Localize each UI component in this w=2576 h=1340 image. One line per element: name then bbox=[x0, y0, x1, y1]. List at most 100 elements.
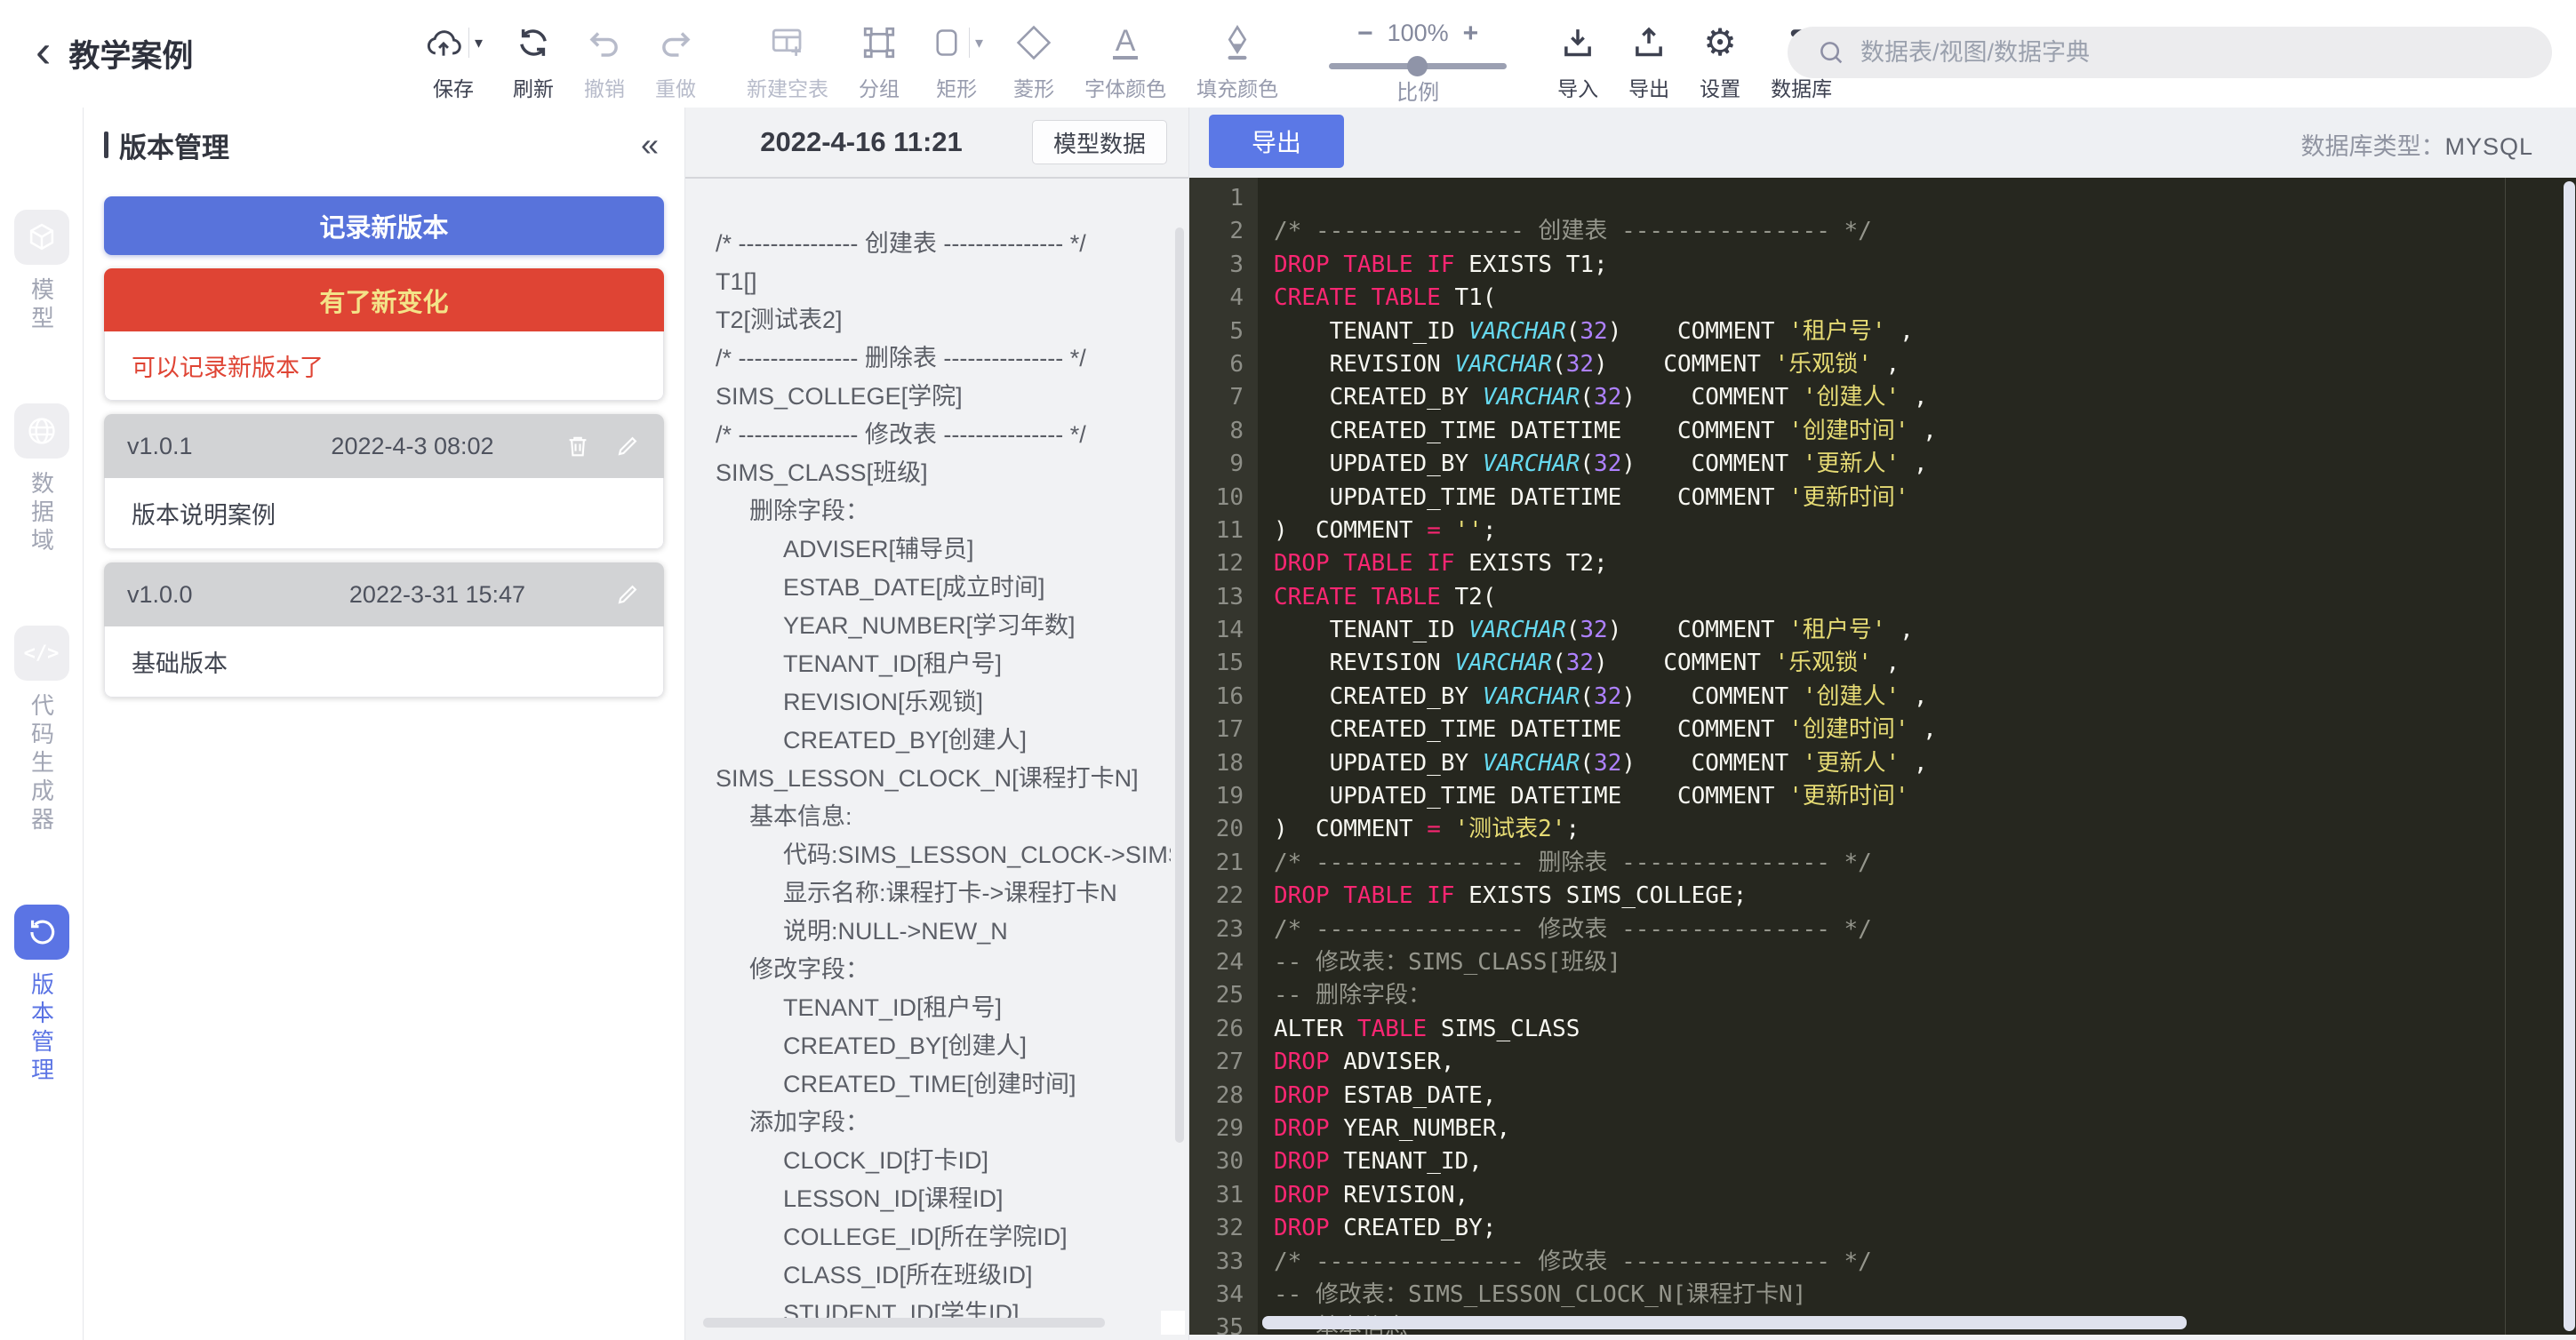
line-number: 31 bbox=[1189, 1179, 1258, 1212]
version-time: 2022-3-31 15:47 bbox=[260, 581, 614, 609]
search-input[interactable] bbox=[1859, 38, 2543, 68]
diff-vertical-scrollbar[interactable] bbox=[1175, 227, 1184, 1143]
refresh-icon bbox=[515, 24, 552, 61]
version-card-header[interactable]: v1.0.1 2022-4-3 08:02 bbox=[104, 414, 664, 478]
diff-line: TENANT_ID[租户号] bbox=[716, 989, 1171, 1027]
line-number: 2 bbox=[1189, 215, 1258, 248]
diff-line: ADVISER[辅导员] bbox=[716, 530, 1171, 569]
rectangle-icon bbox=[930, 24, 964, 61]
import-button[interactable]: 导入 bbox=[1557, 3, 1598, 102]
save-button[interactable]: ▾ 保存 bbox=[424, 3, 483, 102]
nav-rail: 模型 数据域 </> 代码生成器 版本管理 bbox=[0, 108, 84, 1340]
pencil-icon[interactable] bbox=[614, 433, 641, 459]
chevron-down-icon[interactable]: ▾ bbox=[975, 35, 983, 51]
toolbar: ▾ 保存 刷新 撤销 重做 bbox=[409, 3, 1847, 106]
back-chevron-icon[interactable]: ‹ bbox=[36, 28, 51, 75]
fill-color-button[interactable]: 填充颜色 bbox=[1196, 3, 1278, 102]
diff-horizontal-scrollbar[interactable] bbox=[703, 1318, 1105, 1328]
line-number: 11 bbox=[1189, 514, 1258, 547]
version-card-header[interactable]: v1.0.0 2022-3-31 15:47 bbox=[104, 562, 664, 626]
undo-button[interactable]: 撤销 bbox=[584, 3, 625, 102]
version-panel-title: 版本管理 bbox=[104, 125, 229, 165]
line-number: 17 bbox=[1189, 714, 1258, 746]
redo-button[interactable]: 重做 bbox=[655, 3, 696, 102]
code-icon: </> bbox=[14, 626, 69, 681]
zoom-slider-track[interactable] bbox=[1329, 63, 1507, 69]
nav-item-model[interactable]: 模型 bbox=[14, 210, 69, 334]
line-number: 16 bbox=[1189, 681, 1258, 714]
chevron-down-icon[interactable]: ▾ bbox=[475, 35, 483, 51]
version-note: 基础版本 bbox=[104, 626, 664, 698]
diff-line: /* --------------- 创建表 --------------- *… bbox=[716, 225, 1171, 263]
divider bbox=[969, 28, 970, 58]
code-line: REVISION VARCHAR(32) COMMENT '乐观锁' , bbox=[1274, 647, 2564, 680]
line-number: 3 bbox=[1189, 249, 1258, 282]
nav-item-data-domain[interactable]: 数据域 bbox=[14, 403, 69, 556]
save-label: 保存 bbox=[433, 72, 474, 102]
undo-icon bbox=[586, 24, 623, 61]
changes-alert-card: 有了新变化 可以记录新版本了 bbox=[104, 268, 664, 401]
undo-label: 撤销 bbox=[584, 72, 625, 102]
editor-vertical-scrollbar[interactable] bbox=[2564, 181, 2575, 1331]
collapse-panel-icon[interactable]: « bbox=[641, 126, 659, 164]
version-panel: 版本管理 « 记录新版本 有了新变化 可以记录新版本了 v1.0.1 2022-… bbox=[84, 108, 685, 1340]
nav-item-code-generator[interactable]: </> 代码生成器 bbox=[14, 626, 69, 835]
code-line: CREATED_BY VARCHAR(32) COMMENT '创建人' , bbox=[1274, 381, 2564, 414]
code-line: DROP REVISION, bbox=[1274, 1179, 2564, 1212]
diff-line: CREATED_BY[创建人] bbox=[716, 1027, 1171, 1065]
zoom-control: − 100% + 比例 bbox=[1329, 3, 1507, 106]
line-number: 29 bbox=[1189, 1113, 1258, 1145]
sql-code-editor[interactable]: 1234567891011121314151617181920212223242… bbox=[1189, 178, 2576, 1340]
font-color-button[interactable]: A 字体颜色 bbox=[1084, 3, 1166, 102]
divider bbox=[468, 28, 469, 58]
diff-line: SIMS_LESSON_CLOCK_N[课程打卡N] bbox=[716, 760, 1171, 798]
redo-label: 重做 bbox=[655, 72, 696, 102]
export-sql-button[interactable]: 导出 bbox=[1209, 115, 1344, 168]
code-line: UPDATED_TIME DATETIME COMMENT '更新时间' bbox=[1274, 780, 2564, 813]
zoom-value: 100% bbox=[1388, 20, 1449, 47]
refresh-button[interactable]: 刷新 bbox=[513, 3, 554, 102]
trash-icon[interactable] bbox=[564, 433, 591, 459]
import-icon bbox=[1559, 24, 1596, 61]
diff-line: T1[] bbox=[716, 263, 1171, 301]
rectangle-button[interactable]: ▾ 矩形 bbox=[930, 3, 983, 102]
group-button[interactable]: 分组 bbox=[859, 3, 900, 102]
diff-line: CLOCK_ID[打卡ID] bbox=[716, 1142, 1171, 1180]
line-number: 6 bbox=[1189, 348, 1258, 381]
nav-label-version-management: 版本管理 bbox=[30, 972, 53, 1086]
editor-horizontal-scrollbar[interactable] bbox=[1262, 1316, 2187, 1329]
new-table-button[interactable]: 新建空表 bbox=[747, 3, 828, 102]
new-table-label: 新建空表 bbox=[747, 72, 828, 102]
code-line: /* --------------- 修改表 --------------- *… bbox=[1274, 1246, 2564, 1279]
diff-line: 修改字段： bbox=[716, 951, 1171, 989]
line-number: 33 bbox=[1189, 1246, 1258, 1279]
new-changes-banner[interactable]: 有了新变化 bbox=[104, 268, 664, 331]
export-button-toolbar[interactable]: 导出 bbox=[1628, 3, 1669, 102]
code-line bbox=[1274, 182, 2564, 215]
diff-line: SIMS_COLLEGE[学院] bbox=[716, 378, 1171, 416]
top-bar: ‹ 教学案例 ▾ 保存 刷新 bbox=[0, 0, 2576, 108]
record-new-version-button[interactable]: 记录新版本 bbox=[104, 196, 664, 255]
pencil-icon[interactable] bbox=[614, 581, 641, 608]
new-table-icon bbox=[769, 24, 806, 61]
diff-line: T2[测试表2] bbox=[716, 301, 1171, 339]
diff-panel-header: 2022-4-16 11:21 模型数据 bbox=[685, 108, 1188, 179]
zoom-slider-thumb[interactable] bbox=[1407, 56, 1428, 76]
fill-color-label: 填充颜色 bbox=[1196, 72, 1278, 102]
line-number: 23 bbox=[1189, 913, 1258, 946]
settings-button[interactable]: ⚙ 设置 bbox=[1700, 3, 1740, 102]
nav-item-version-management[interactable]: 版本管理 bbox=[14, 905, 69, 1086]
code-line: CREATE TABLE T2( bbox=[1274, 581, 2564, 614]
code-line: /* --------------- 创建表 --------------- *… bbox=[1274, 215, 2564, 248]
model-data-button[interactable]: 模型数据 bbox=[1032, 120, 1167, 164]
zoom-out-button[interactable]: − bbox=[1357, 19, 1373, 49]
version-time: 2022-4-3 08:02 bbox=[260, 433, 564, 460]
code-line: -- 修改表：SIMS_CLASS[班级] bbox=[1274, 946, 2564, 979]
line-number: 12 bbox=[1189, 547, 1258, 580]
gear-icon: ⚙ bbox=[1703, 24, 1737, 61]
diamond-button[interactable]: 菱形 bbox=[1013, 3, 1054, 102]
diamond-label: 菱形 bbox=[1013, 72, 1054, 102]
zoom-in-button[interactable]: + bbox=[1463, 19, 1479, 49]
code-line: TENANT_ID VARCHAR(32) COMMENT '租户号' , bbox=[1274, 614, 2564, 647]
line-number: 21 bbox=[1189, 847, 1258, 880]
